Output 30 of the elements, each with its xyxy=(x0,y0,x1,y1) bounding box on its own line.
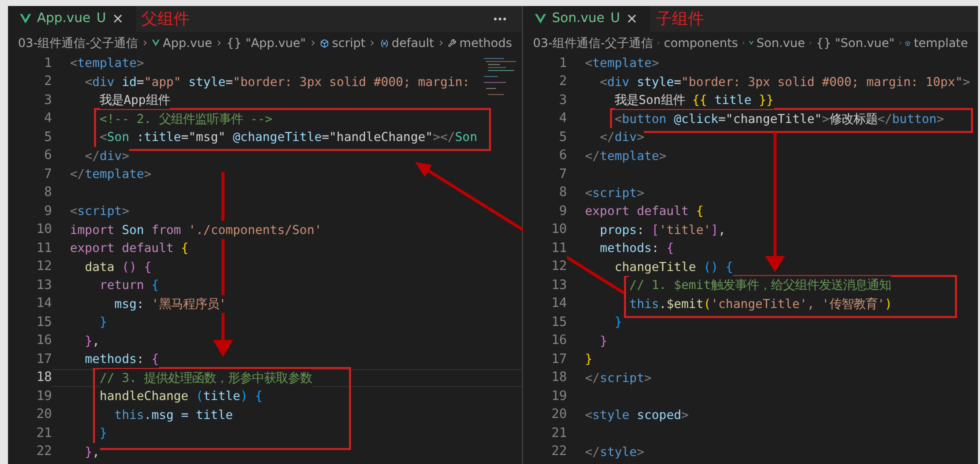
editor-tab[interactable]: Son.vue U × xyxy=(523,6,650,32)
git-status-label: U xyxy=(610,10,620,28)
cube-icon xyxy=(320,36,330,50)
breadcrumb-item[interactable]: template xyxy=(914,34,968,52)
tab-filename: Son.vue xyxy=(552,10,605,28)
line-number: 18 xyxy=(8,368,52,388)
vue-logo-icon xyxy=(20,14,31,24)
breadcrumb-item[interactable]: Son.vue xyxy=(756,34,805,52)
minimap-drawing xyxy=(484,58,518,98)
breadcrumb-item[interactable]: 03-组件通信-父子通信 xyxy=(533,34,653,52)
breadcrumb-item[interactable]: components xyxy=(664,34,738,52)
git-status-label: U xyxy=(96,10,106,28)
breadcrumb-item[interactable]: {} "App.vue" xyxy=(226,34,306,52)
close-button[interactable]: × xyxy=(112,8,124,30)
line-number: 10 xyxy=(523,220,567,240)
annotation-label: 父组件 xyxy=(142,8,190,30)
editor-tab[interactable]: App.vue U × xyxy=(8,6,136,32)
wrench-icon xyxy=(448,37,456,49)
vue-logo-icon xyxy=(535,14,546,24)
breadcrumb-item[interactable]: {} "Son.vue" xyxy=(816,34,895,52)
vue-logo-icon xyxy=(748,38,754,48)
annotation-label: 子组件 xyxy=(656,8,704,30)
breadcrumb-item[interactable]: default xyxy=(392,34,434,52)
vue-logo-icon xyxy=(152,38,160,48)
breadcrumb-item[interactable]: script xyxy=(332,34,366,52)
close-button[interactable]: × xyxy=(626,8,638,30)
breadcrumb-item[interactable]: 03-组件通信-父子通信 xyxy=(18,34,138,52)
breadcrumb-item[interactable]: methods xyxy=(459,34,512,52)
tab-filename: App.vue xyxy=(37,10,90,28)
breadcrumb-item[interactable]: App.vue xyxy=(162,34,212,52)
